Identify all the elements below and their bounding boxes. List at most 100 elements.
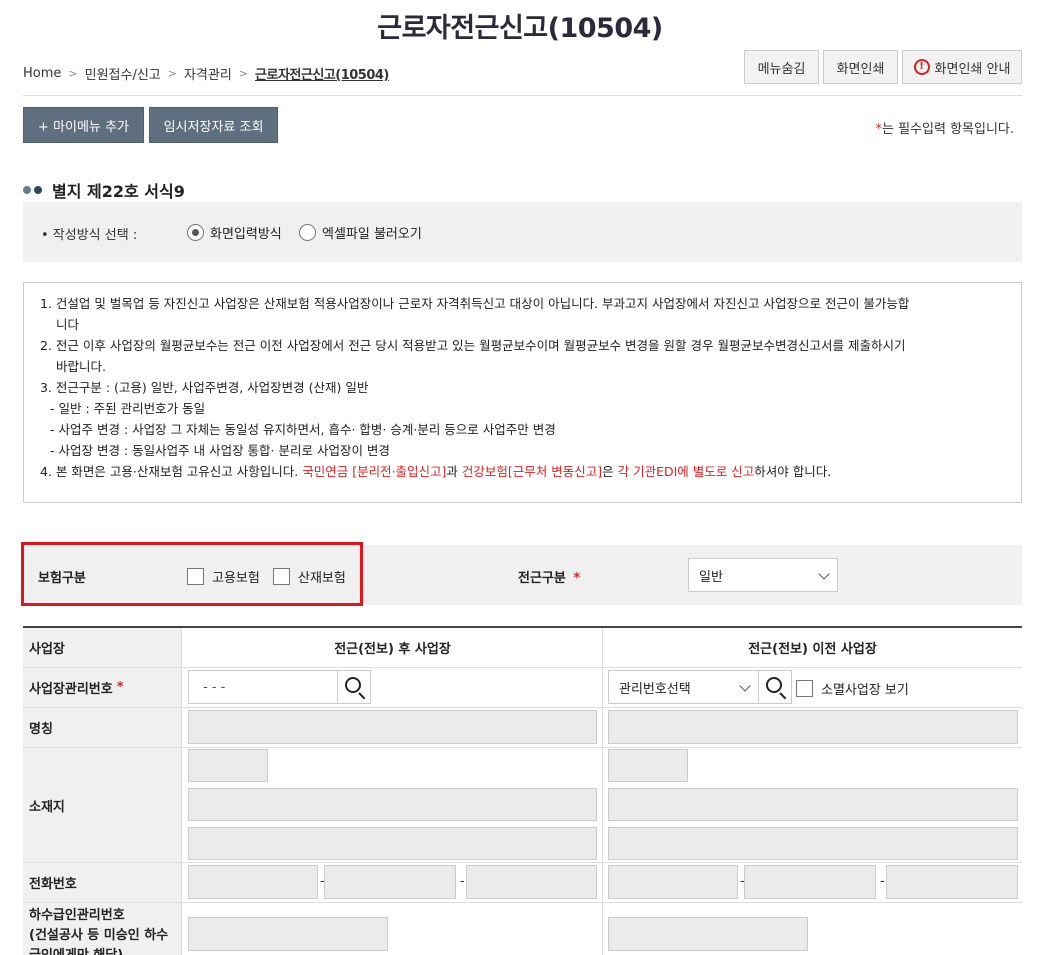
required-note: *는 필수입력 항목입니다. xyxy=(876,118,1015,137)
transfer-type-text: 전근구분 xyxy=(518,571,566,586)
phone3-after-field xyxy=(466,865,597,899)
highlight-box xyxy=(21,542,363,606)
mgmt-no-input[interactable]: - - - xyxy=(188,670,338,704)
notice-highlight: 국민연금 [분리전·출입신고] xyxy=(302,464,447,479)
row-label-phone: 전화번호 xyxy=(23,863,182,902)
address-before-field xyxy=(608,788,1018,821)
chevron-down-icon xyxy=(818,568,830,580)
chevron-down-icon xyxy=(739,680,751,692)
mgmt-no-select[interactable]: 관리번호선택 xyxy=(608,670,759,704)
name-before-field xyxy=(608,710,1018,744)
method-label: • 작성방식 선택 : xyxy=(41,228,138,243)
chevron-right-icon: > xyxy=(238,67,249,80)
zipcode-after-field xyxy=(188,749,268,782)
zipcode-before-field xyxy=(608,749,688,782)
notice-item-2b: 바랍니다. xyxy=(56,359,106,374)
chevron-right-icon: > xyxy=(167,67,177,80)
row-label-name: 명칭 xyxy=(23,708,182,747)
breadcrumb-qualification[interactable]: 자격관리 xyxy=(184,64,232,83)
notice-highlight: 각 기관EDI에 별도로 신고 xyxy=(617,464,755,479)
phone1-after-field xyxy=(188,865,318,899)
notice-item-4: 4. 본 화면은 고용·산재보험 고유신고 사항입니다. 국민연금 [분리전·출… xyxy=(40,461,1007,482)
bullet-icon xyxy=(34,186,42,194)
add-my-menu-button[interactable]: + 마이메뉴 추가 xyxy=(23,107,144,143)
notice-item-2: 2. 전근 이후 사업장의 월평균보수는 전근 이전 사업장에서 전근 당시 적… xyxy=(40,338,906,353)
transfer-type-select[interactable]: 일반 xyxy=(688,558,838,592)
notice-text: 4. 본 화면은 고용·산재보험 고유신고 사항입니다. xyxy=(40,464,303,479)
breadcrumb-current[interactable]: 근로자전근신고(10504) xyxy=(255,64,389,83)
page-title: 근로자전근신고(10504) xyxy=(377,13,663,44)
divider xyxy=(23,95,1022,96)
checkbox-label: 소멸사업장 보기 xyxy=(821,683,909,698)
breadcrumb-home[interactable]: Home xyxy=(23,66,61,81)
select-value: 관리번호선택 xyxy=(619,681,691,697)
required-note-text: 는 필수입력 항목입니다. xyxy=(882,122,1014,137)
row-label-text: 하수급인관리번호 xyxy=(29,908,125,923)
address-after-field xyxy=(188,788,597,821)
phone1-before-field xyxy=(608,865,738,899)
checkbox-icon[interactable] xyxy=(796,680,813,697)
method-panel: • 작성방식 선택 : 화면입력방식 엑셀파일 불러오기 xyxy=(23,202,1022,262)
row-label-subtext: (건설공사 등 미승인 하수 xyxy=(29,928,169,943)
phone-separator: - xyxy=(460,874,465,889)
address-detail-after-field xyxy=(188,827,597,860)
notice-box: 1. 건설업 및 벌목업 등 자진신고 사업장은 산재보험 적용사업장이나 근로… xyxy=(23,282,1022,503)
notice-item-3a: - 일반 : 주된 관리번호가 동일 xyxy=(50,401,206,416)
notice-item-3b: - 사업주 변경 : 사업장 그 자체는 동일성 유지하면서, 흡수· 합병· … xyxy=(50,422,556,437)
radio-unchecked-icon[interactable] xyxy=(299,224,316,241)
radio-screen-input[interactable]: 화면입력방식 xyxy=(187,223,282,242)
bullet-icon xyxy=(23,186,31,194)
section-title-text: 별지 제22호 서식9 xyxy=(52,182,185,201)
row-label-text: 사업장관리번호 xyxy=(29,682,113,697)
temp-saved-button[interactable]: 임시저장자료 조회 xyxy=(149,107,278,143)
column-divider xyxy=(602,668,603,707)
phone3-before-field xyxy=(886,865,1018,899)
table-row-subcontract: 하수급인관리번호 (건설공사 등 미승인 하수 급인에게만 해당) xyxy=(23,903,1022,955)
alert-icon: ! xyxy=(913,59,930,75)
header-before: 전근(전보) 이전 사업장 xyxy=(748,642,877,657)
search-icon[interactable] xyxy=(337,670,371,704)
table-row-name: 명칭 xyxy=(23,708,1022,748)
print-guide-label: 화면인쇄 안내 xyxy=(934,61,1011,77)
notice-text: 은 xyxy=(602,464,618,479)
notice-item-3c: - 사업장 변경 : 동일사업주 내 사업장 통합· 분리로 사업장이 변경 xyxy=(50,443,390,458)
breadcrumb: Home > 민원접수/신고 > 자격관리 > 근로자전근신고(10504) xyxy=(23,64,389,83)
notice-item-3: 3. 전근구분 : (고용) 일반, 사업주변경, 사업장변경 (산재) 일반 xyxy=(40,380,369,395)
header-after: 전근(전보) 후 사업장 xyxy=(334,642,451,657)
notice-item-1: 1. 건설업 및 벌목업 등 자진신고 사업장은 산재보험 적용사업장이나 근로… xyxy=(40,296,910,311)
required-mark: * xyxy=(573,571,581,586)
radio-label: 화면입력방식 xyxy=(210,227,282,242)
breadcrumb-civil[interactable]: 민원접수/신고 xyxy=(85,64,161,83)
select-value: 일반 xyxy=(699,569,723,585)
section-title: 별지 제22호 서식9 xyxy=(23,178,185,202)
row-label-mgmt: 사업장관리번호 * xyxy=(23,668,182,707)
radio-label: 엑셀파일 불러오기 xyxy=(322,227,422,242)
print-button[interactable]: 화면인쇄 xyxy=(823,50,898,84)
print-guide-button[interactable]: ! 화면인쇄 안내 xyxy=(902,50,1022,84)
row-label-address: 소재지 xyxy=(23,748,182,862)
transfer-type-label: 전근구분 * xyxy=(518,567,580,586)
radio-checked-icon[interactable] xyxy=(187,224,204,241)
row-label-subcontract: 하수급인관리번호 (건설공사 등 미승인 하수 급인에게만 해당) xyxy=(23,903,182,955)
phone2-after-field xyxy=(324,865,456,899)
required-mark: * xyxy=(116,680,124,695)
column-divider xyxy=(602,863,603,902)
table-row-mgmt: 사업장관리번호 * - - - 관리번호선택 소멸사업장 보기 xyxy=(23,668,1022,708)
row-label-subtext: 급인에게만 해당) xyxy=(29,946,123,955)
name-after-field xyxy=(188,710,597,744)
hide-menu-button[interactable]: 메뉴숨김 xyxy=(744,50,819,84)
table-row-phone: 전화번호 - - - - xyxy=(23,863,1022,903)
column-divider xyxy=(602,748,603,862)
table-row-address: 소재지 xyxy=(23,748,1022,863)
notice-text: 과 xyxy=(446,464,462,479)
subcontract-after-field xyxy=(188,917,388,951)
address-detail-before-field xyxy=(608,827,1018,860)
phone2-before-field xyxy=(744,865,876,899)
radio-excel-load[interactable]: 엑셀파일 불러오기 xyxy=(299,223,422,242)
search-icon[interactable] xyxy=(758,670,792,704)
chevron-right-icon: > xyxy=(68,67,78,80)
closed-workplace-checkbox[interactable]: 소멸사업장 보기 xyxy=(796,679,909,698)
notice-item-1b: 니다 xyxy=(56,317,80,332)
subcontract-before-field xyxy=(608,917,808,951)
table-header-row: 사업장 전근(전보) 후 사업장 전근(전보) 이전 사업장 xyxy=(23,628,1022,668)
